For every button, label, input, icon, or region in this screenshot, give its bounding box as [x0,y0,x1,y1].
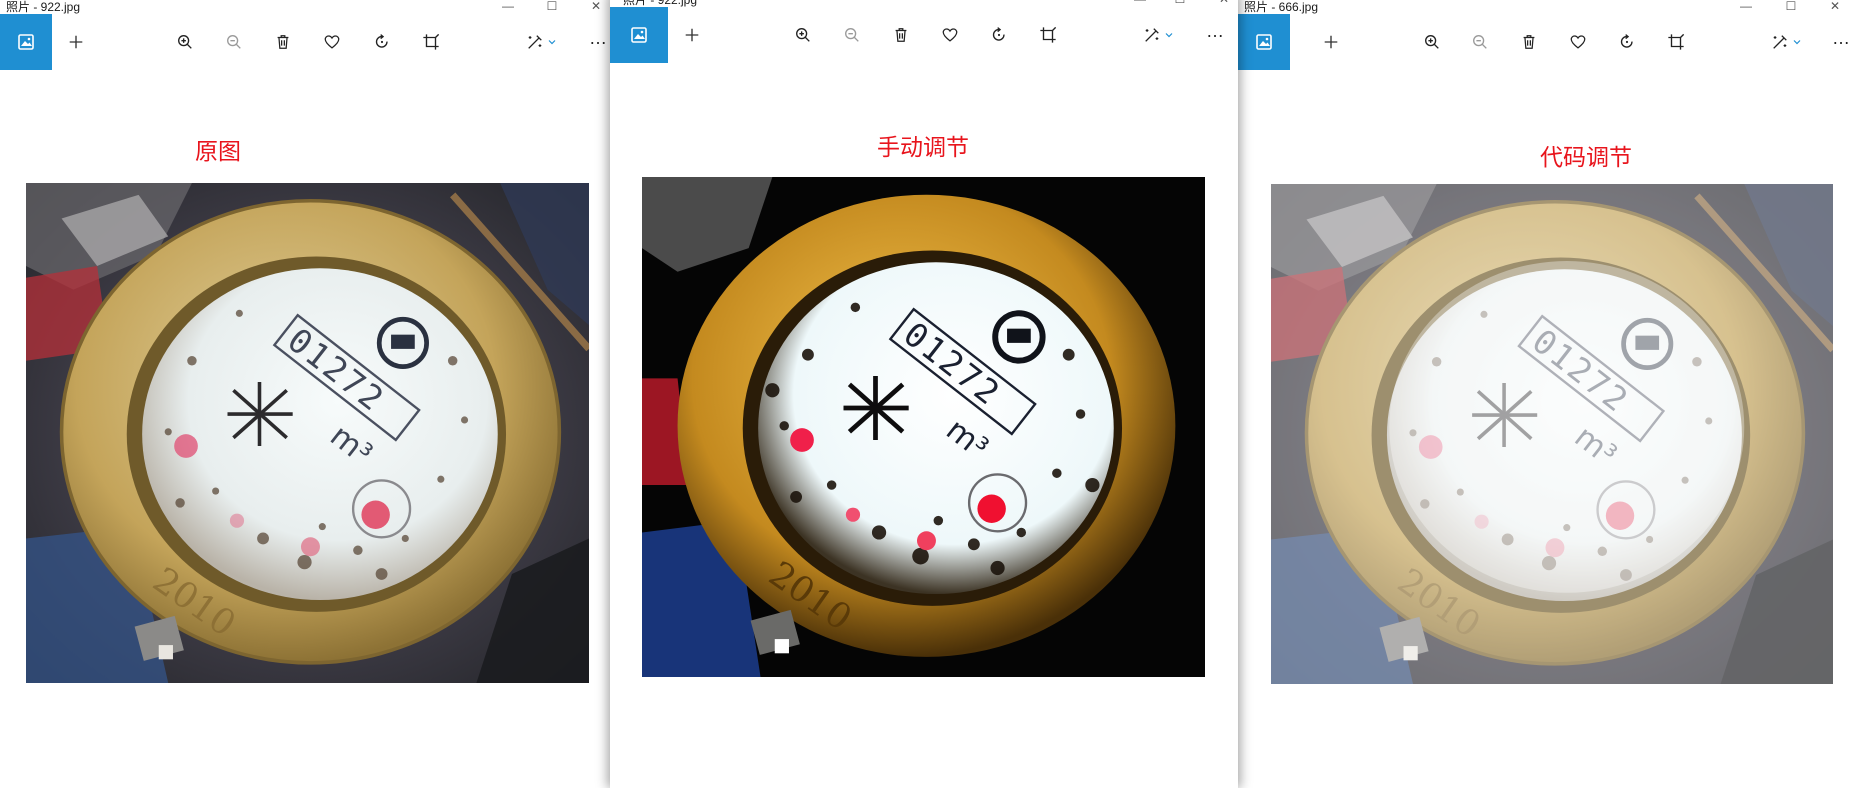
favorite-icon [1569,33,1587,51]
add-icon [1322,33,1340,51]
delete-icon [892,26,910,44]
zoom-in-button[interactable] [173,30,197,54]
close-button[interactable]: ✕ [1202,0,1238,6]
caption-label: 代码调节 [1540,145,1632,171]
favorite-button[interactable] [1566,30,1590,54]
close-button[interactable]: ✕ [574,0,610,13]
water-meter-image [642,177,1205,677]
photo-manual-adjusted [642,177,1205,677]
title-bar: 照片 - 922.jpg — ☐ ✕ [610,0,1238,7]
edit-button[interactable] [1768,30,1792,54]
favorite-icon [941,26,959,44]
toolbar: … [610,7,1238,63]
zoom-out-button[interactable] [840,23,864,47]
photo-app-button[interactable] [1238,14,1290,70]
photos-window-manual: 照片 - 922.jpg — ☐ ✕ … 手动调节 [610,0,1238,788]
delete-icon [1520,33,1538,51]
crop-icon [1039,26,1057,44]
zoom-in-icon [794,26,812,44]
maximize-button[interactable]: ☐ [1769,0,1813,13]
caption-label: 原图 [195,139,241,165]
water-meter-image [26,183,589,683]
maximize-button[interactable]: ☐ [1158,0,1202,6]
rotate-icon [990,26,1008,44]
zoom-in-icon [1423,33,1441,51]
favorite-button[interactable] [320,30,344,54]
favorite-button[interactable] [938,23,962,47]
more-button[interactable]: … [1206,21,1225,42]
window-title: 照片 - 922.jpg [6,0,81,14]
add-icon [683,26,701,44]
zoom-out-button[interactable] [1468,30,1492,54]
chevron-down-icon [1163,29,1175,41]
more-button[interactable]: … [1832,28,1851,49]
edit-dropdown[interactable] [545,30,559,54]
edit-button[interactable] [1140,23,1164,47]
zoom-out-icon [225,33,243,51]
edit-dropdown[interactable] [1162,23,1176,47]
more-button[interactable]: … [589,28,608,49]
rotate-icon [373,33,391,51]
crop-button[interactable] [1036,23,1060,47]
photos-window-original: 照片 - 922.jpg — ☐ ✕ … 原图 [0,0,610,788]
rotate-button[interactable] [1615,30,1639,54]
zoom-out-icon [843,26,861,44]
photo-original [26,183,589,683]
add-icon [67,33,85,51]
chevron-down-icon [1791,36,1803,48]
photos-window-code: 照片 - 666.jpg — ☐ ✕ … 代码调节 [1238,0,1857,788]
delete-button[interactable] [1517,30,1541,54]
crop-icon [422,33,440,51]
title-bar: 照片 - 922.jpg — ☐ ✕ [0,0,610,14]
zoom-out-button[interactable] [222,30,246,54]
maximize-button[interactable]: ☐ [530,0,574,13]
window-title: 照片 - 666.jpg [1244,0,1319,14]
zoom-in-button[interactable] [791,23,815,47]
minimize-button[interactable]: — [486,0,530,13]
zoom-in-icon [176,33,194,51]
add-button[interactable] [64,30,88,54]
title-bar: 照片 - 666.jpg — ☐ ✕ [1238,0,1857,14]
rotate-button[interactable] [370,30,394,54]
favorite-icon [323,33,341,51]
photo-code-adjusted [1271,184,1833,684]
photo-icon [1254,32,1274,52]
photo-icon [629,25,649,45]
delete-button[interactable] [271,30,295,54]
minimize-button[interactable]: — [1118,0,1162,6]
edit-icon [1771,33,1789,51]
zoom-in-button[interactable] [1420,30,1444,54]
water-meter-image [1271,184,1833,684]
crop-button[interactable] [419,30,443,54]
edit-icon [526,33,544,51]
photo-icon [16,32,36,52]
rotate-icon [1618,33,1636,51]
delete-icon [274,33,292,51]
crop-icon [1667,33,1685,51]
crop-button[interactable] [1664,30,1688,54]
edit-button[interactable] [523,30,547,54]
rotate-button[interactable] [987,23,1011,47]
minimize-button[interactable]: — [1724,0,1768,13]
photo-app-button[interactable] [0,14,52,70]
toolbar: … [0,14,610,70]
add-button[interactable] [1319,30,1343,54]
chevron-down-icon [546,36,558,48]
edit-dropdown[interactable] [1790,30,1804,54]
delete-button[interactable] [889,23,913,47]
toolbar: … [1238,14,1857,70]
add-button[interactable] [680,23,704,47]
close-button[interactable]: ✕ [1813,0,1857,13]
photo-app-button[interactable] [610,7,668,63]
edit-icon [1143,26,1161,44]
zoom-out-icon [1471,33,1489,51]
caption-label: 手动调节 [877,135,969,161]
